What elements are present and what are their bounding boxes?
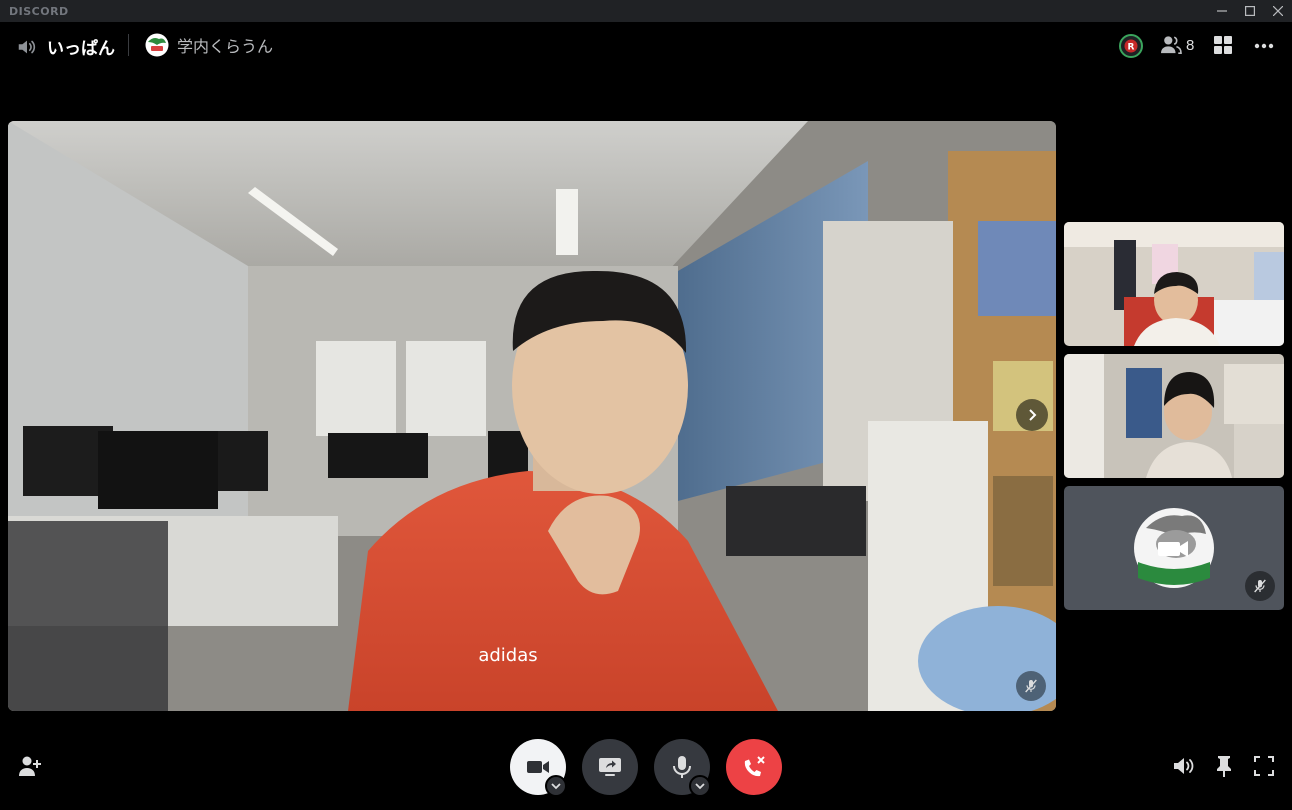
grid-layout-button[interactable] [1214, 36, 1232, 54]
svg-text:adidas: adidas [478, 645, 537, 666]
more-options-button[interactable] [1254, 43, 1274, 49]
add-user-icon [19, 756, 41, 776]
speaker-icon [18, 40, 36, 53]
minimize-button[interactable] [1208, 0, 1236, 22]
disconnect-icon [744, 756, 765, 777]
screen-share-button[interactable] [582, 739, 638, 795]
minimize-icon [1217, 10, 1227, 12]
voice-channel[interactable]: いっぱん [16, 34, 115, 59]
grid-icon [1214, 36, 1232, 54]
more-icon [1254, 43, 1274, 49]
maximize-button[interactable] [1236, 0, 1264, 22]
microphone-icon [673, 756, 691, 778]
chevron-down-icon [695, 783, 705, 790]
chevron-down-icon [551, 783, 561, 790]
volume-button[interactable] [1170, 752, 1198, 780]
volume-icon [1174, 758, 1194, 774]
participant-tile-1[interactable] [1064, 222, 1284, 346]
header-divider [128, 34, 129, 56]
maximize-icon [1245, 6, 1255, 16]
camera-icon [527, 761, 549, 773]
participant-video-2 [1064, 354, 1284, 478]
tile-3-mute-badge [1245, 571, 1275, 601]
screen-share-icon [599, 758, 621, 776]
fullscreen-icon [1254, 756, 1274, 776]
disconnect-button[interactable] [726, 739, 782, 795]
fullscreen-button[interactable] [1250, 752, 1278, 780]
participants-button[interactable]: 8 [1160, 35, 1194, 55]
activity-icon: R [1119, 34, 1143, 58]
mic-muted-icon [1025, 679, 1037, 693]
close-icon [1273, 6, 1283, 16]
app-brand: DISCORD [9, 5, 69, 18]
server-icon [145, 33, 169, 57]
chevron-right-icon [1029, 409, 1037, 421]
svg-text:R: R [1128, 43, 1135, 53]
live-activity-button[interactable]: R [1119, 34, 1143, 58]
call-header: いっぱん 学内くらうん R 8 [0, 22, 1292, 68]
server-name: 学内くらうん [177, 37, 274, 56]
camera-options-button[interactable] [545, 775, 567, 797]
participant-count: 8 [1186, 36, 1195, 54]
close-window-button[interactable] [1264, 0, 1292, 22]
main-mute-badge [1016, 671, 1046, 701]
title-bar: DISCORD [0, 0, 1292, 22]
pop-out-button[interactable] [1210, 752, 1238, 780]
participant-tile-3[interactable] [1064, 486, 1284, 610]
pin-icon [1217, 756, 1231, 777]
participant-video-1 [1064, 222, 1284, 346]
main-video[interactable]: adidas [8, 121, 1056, 711]
server-link[interactable]: 学内くらうん [145, 33, 273, 57]
people-icon [1161, 36, 1182, 54]
mic-muted-icon [1254, 579, 1266, 593]
invite-button[interactable] [16, 752, 44, 780]
next-stream-button[interactable] [1016, 399, 1048, 431]
participant-tile-2[interactable] [1064, 354, 1284, 478]
microphone-options-button[interactable] [689, 775, 711, 797]
video-feed: adidas [8, 121, 1056, 711]
channel-name: いっぱん [47, 39, 115, 59]
